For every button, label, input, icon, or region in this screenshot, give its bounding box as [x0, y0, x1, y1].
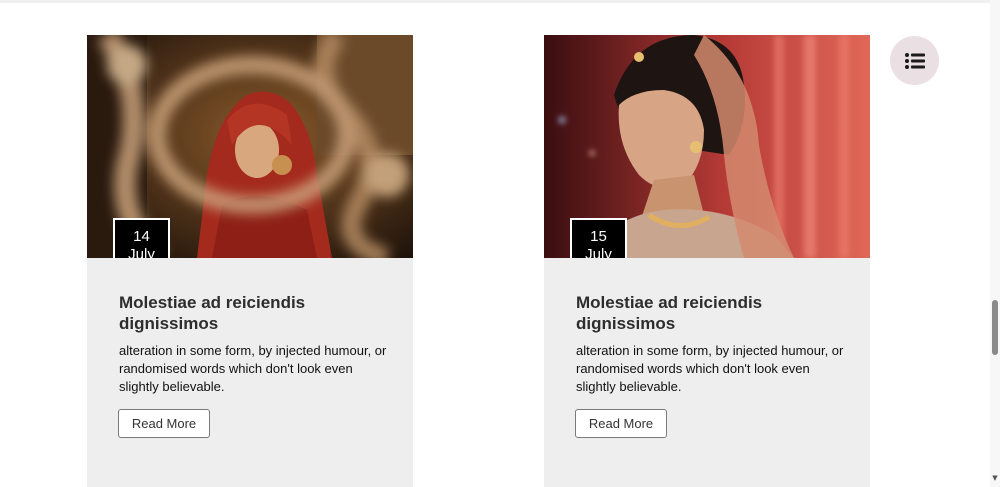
- card-excerpt: alteration in some form, by injected hum…: [119, 343, 387, 394]
- date-month: July: [128, 246, 155, 258]
- blog-card: 14 July Molestiae ad reiciendis dignissi…: [87, 35, 413, 487]
- card-title[interactable]: Molestiae ad reiciendis dignissimos: [576, 292, 846, 334]
- card-image: 15 July: [544, 35, 870, 258]
- card-image: 14 July: [87, 35, 413, 258]
- scrollbar-track[interactable]: [990, 0, 1000, 487]
- date-day: 14: [133, 228, 150, 245]
- page: 14 July Molestiae ad reiciendis dignissi…: [0, 0, 1000, 487]
- blog-card: 15 July Molestiae ad reiciendis dignissi…: [544, 35, 870, 487]
- scroll-down-arrow-icon[interactable]: ▼: [991, 474, 999, 482]
- date-day: 15: [590, 228, 607, 245]
- menu-toggle-button[interactable]: [890, 36, 939, 85]
- list-icon: [904, 52, 925, 69]
- top-divider: [0, 0, 990, 3]
- date-badge: 15 July: [570, 218, 627, 258]
- read-more-button[interactable]: Read More: [575, 409, 667, 438]
- date-month: July: [585, 246, 612, 258]
- card-excerpt: alteration in some form, by injected hum…: [576, 343, 844, 394]
- card-title[interactable]: Molestiae ad reiciendis dignissimos: [119, 292, 389, 334]
- date-badge: 14 July: [113, 218, 170, 258]
- read-more-button[interactable]: Read More: [118, 409, 210, 438]
- scrollbar-thumb[interactable]: [992, 300, 998, 355]
- card-body: Molestiae ad reiciendis dignissimos alte…: [119, 292, 389, 396]
- card-body: Molestiae ad reiciendis dignissimos alte…: [576, 292, 846, 396]
